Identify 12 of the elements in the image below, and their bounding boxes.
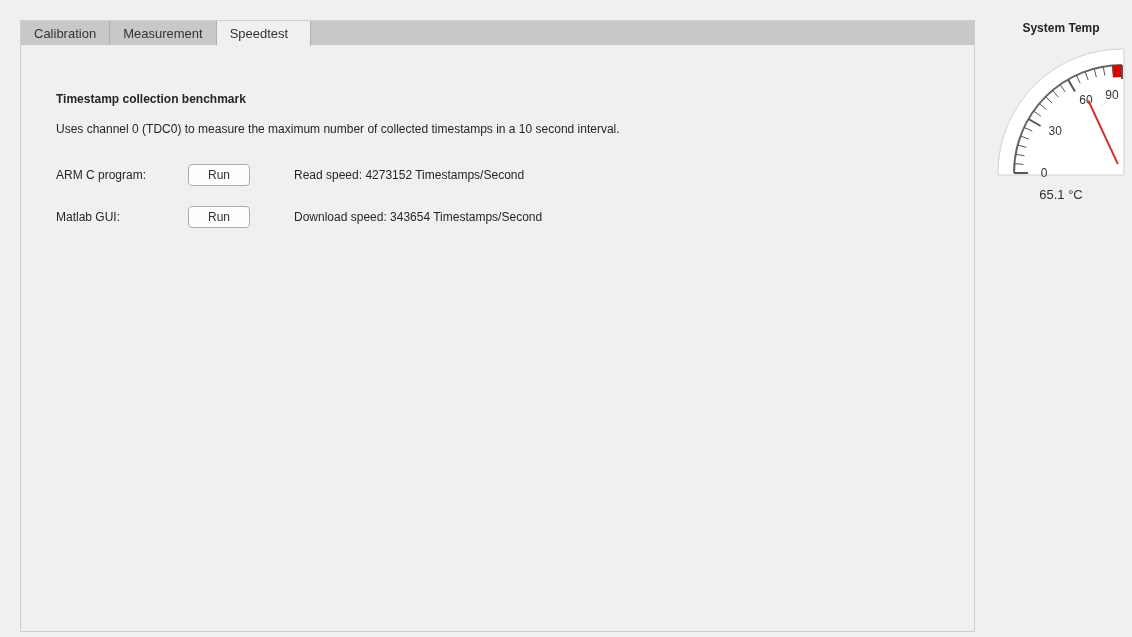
result-text: Read speed: 4273152 Timestamps/Second [294,168,525,182]
gauge-title: System Temp [1022,21,1100,35]
temperature-gauge: 0 30 60 90 [996,45,1126,177]
description: Uses channel 0 (TDC0) to measure the maximum number of collected timestamps in a 10 second interval. [56,122,621,136]
tab[interactable]: Speedtest [216,21,311,46]
run-button[interactable]: Run [188,206,250,228]
section-title: Timestamp collection benchmark [56,92,247,106]
temperature-reading: 65.1 °C [1039,187,1083,202]
result-text: Download speed: 343654 Timestamps/Second [294,210,543,224]
row-label: Matlab GUI: [56,210,122,224]
run-button[interactable]: Run [188,164,250,186]
row-label: ARM C program: [56,168,148,182]
